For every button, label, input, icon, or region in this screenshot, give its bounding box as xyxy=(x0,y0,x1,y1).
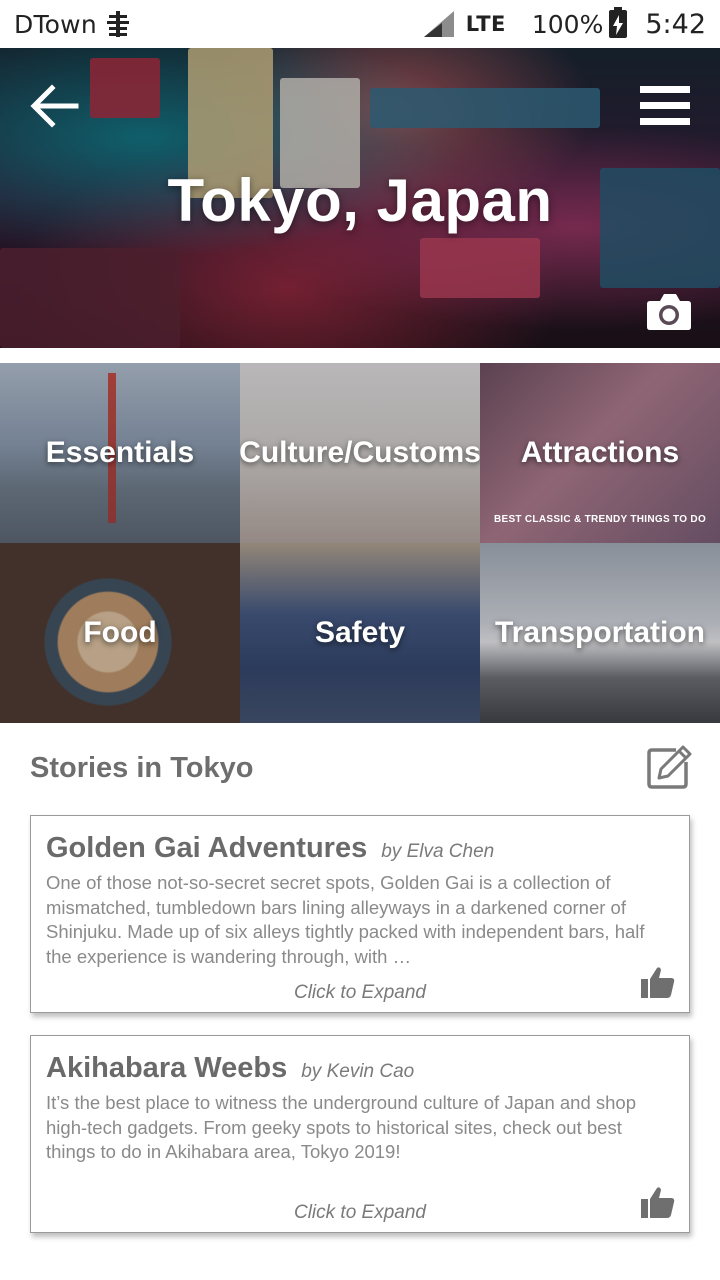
category-tile-essentials[interactable]: Essentials xyxy=(0,363,240,543)
thumbs-up-icon[interactable] xyxy=(641,1186,675,1218)
camera-icon[interactable] xyxy=(646,291,692,331)
category-tile-food[interactable]: Food xyxy=(0,543,240,723)
category-tile-safety[interactable]: Safety xyxy=(240,543,480,723)
status-indicators: LTE 100% 5:42 xyxy=(423,7,706,40)
story-excerpt: It’s the best place to witness the under… xyxy=(46,1092,636,1162)
story-card[interactable]: Akihabara Weebs by Kevin Cao It’s the be… xyxy=(30,1035,690,1233)
city-title: Tokyo, Japan xyxy=(167,167,553,234)
category-label: Essentials xyxy=(45,436,195,469)
category-tile-attractions[interactable]: Attractions BEST CLASSIC & TRENDY THINGS… xyxy=(480,363,720,543)
story-header: Akihabara Weebs by Kevin Cao xyxy=(46,1052,674,1085)
story-excerpt: One of those not-so-secret secret spots,… xyxy=(46,872,645,967)
expand-link[interactable]: Click to Expand xyxy=(31,982,689,1004)
signal-icon xyxy=(423,11,454,37)
category-tile-transportation[interactable]: Transportation xyxy=(480,543,720,723)
battery-percent: 100% xyxy=(531,9,604,39)
hamburger-menu-icon[interactable] xyxy=(640,86,690,126)
carrier-logo-icon xyxy=(106,11,129,37)
category-label: Safety xyxy=(314,616,406,649)
city-hero-banner: Tokyo, Japan xyxy=(0,48,720,348)
story-author: by Kevin Cao xyxy=(301,1061,415,1082)
category-label: Transportation xyxy=(494,616,705,649)
menu-bar xyxy=(640,118,690,125)
category-label: Attractions xyxy=(520,436,680,469)
category-tile-culture[interactable]: Culture/Customs xyxy=(240,363,480,543)
expand-link[interactable]: Click to Expand xyxy=(31,1202,689,1224)
story-card[interactable]: Golden Gai Adventures by Elva Chen One o… xyxy=(30,815,690,1013)
carrier-name: DTown xyxy=(14,9,97,39)
category-label: Culture/Customs xyxy=(240,436,480,469)
arrow-left-icon[interactable] xyxy=(28,80,80,132)
status-bar: DTown LTE 100% 5:42 xyxy=(0,0,720,48)
network-type: LTE xyxy=(465,12,506,36)
menu-bar xyxy=(640,102,690,109)
thumbs-up-icon[interactable] xyxy=(641,966,675,998)
battery-charging-icon xyxy=(609,7,628,38)
story-title: Golden Gai Adventures xyxy=(46,832,368,864)
story-author: by Elva Chen xyxy=(381,841,495,862)
category-label: Food xyxy=(83,616,157,649)
edit-icon[interactable] xyxy=(646,744,692,790)
stories-section-title: Stories in Tokyo xyxy=(30,752,254,784)
category-grid: Essentials Culture/Customs Attractions B… xyxy=(0,363,720,723)
menu-bar xyxy=(640,86,690,93)
category-subtitle: BEST CLASSIC & TRENDY THINGS TO DO xyxy=(493,514,707,525)
clock: 5:42 xyxy=(645,8,706,40)
story-title: Akihabara Weebs xyxy=(46,1052,288,1084)
story-header: Golden Gai Adventures by Elva Chen xyxy=(46,832,674,865)
